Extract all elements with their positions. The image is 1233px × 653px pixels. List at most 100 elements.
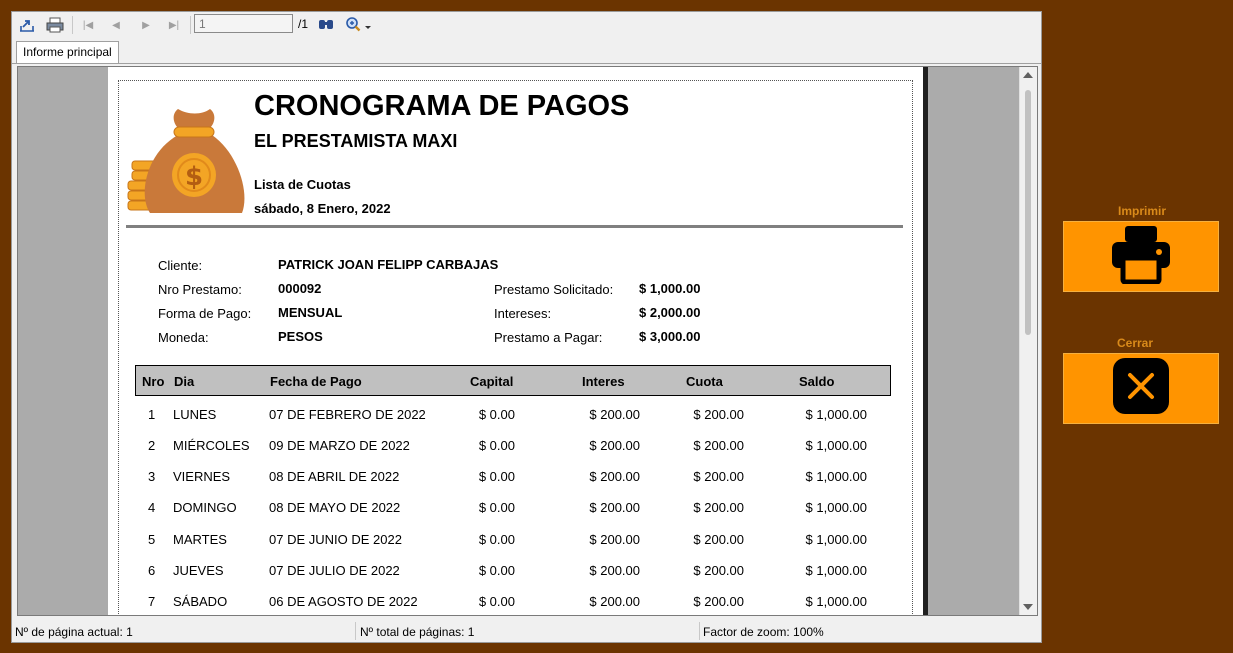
export-icon[interactable] [17, 15, 37, 35]
cell-saldo: $ 1,000.00 [805, 500, 867, 515]
cell-capital: $ 0.00 [478, 563, 515, 578]
table-row: 7 SÁBADO 06 DE AGOSTO DE 2022 $ 0.00 $ 2… [135, 586, 891, 615]
cell-nro: 1 [148, 407, 156, 422]
report-preview-area[interactable]: $ CRONOGRAMA DE PAGOS EL PRESTAMISTA MAX… [17, 66, 1038, 616]
cell-interes: $ 200.00 [589, 563, 640, 578]
previous-page-icon[interactable]: ◀ [106, 15, 126, 35]
cell-nro: 7 [148, 594, 156, 609]
header-divider [126, 225, 903, 228]
cell-interes: $ 200.00 [589, 438, 640, 453]
close-button[interactable] [1063, 353, 1219, 424]
money-bag-icon: $ [126, 105, 248, 222]
svg-text:$: $ [185, 162, 203, 192]
table-row: 4 DOMINGO 08 DE MAYO DE 2022 $ 0.00 $ 20… [135, 492, 891, 523]
column-header: Dia [174, 374, 195, 389]
page-total-label: /1 [298, 17, 309, 31]
next-page-icon[interactable]: ▶ [136, 15, 156, 35]
scroll-up-icon[interactable] [1023, 72, 1033, 78]
cell-interes: $ 200.00 [589, 532, 640, 547]
cell-dia: SÁBADO [173, 594, 228, 609]
table-row: 2 MIÉRCOLES 09 DE MARZO DE 2022 $ 0.00 $… [135, 430, 891, 461]
table-row: 6 JUEVES 07 DE JULIO DE 2022 $ 0.00 $ 20… [135, 555, 891, 586]
cell-fecha: 06 DE AGOSTO DE 2022 [269, 594, 418, 609]
client-label: Cliente: [158, 258, 203, 273]
status-bar: Nº de página actual: 1 Nº total de págin… [12, 620, 1041, 642]
cell-capital: $ 0.00 [478, 469, 515, 484]
tab-informe-principal[interactable]: Informe principal [16, 41, 119, 63]
cell-fecha: 07 DE JUNIO DE 2022 [269, 532, 402, 547]
tab-bar: Informe principal [12, 39, 1041, 64]
status-current-page: Nº de página actual: 1 [15, 625, 133, 639]
find-icon[interactable] [316, 15, 336, 35]
close-icon [1112, 357, 1170, 420]
print-button[interactable] [1063, 221, 1219, 292]
first-page-icon[interactable]: |◀ [78, 15, 98, 35]
currency-label: Moneda: [158, 330, 209, 345]
column-header: Capital [470, 374, 514, 389]
interest-label: Intereses: [494, 306, 552, 321]
table-row: 5 MARTES 07 DE JUNIO DE 2022 $ 0.00 $ 20… [135, 524, 891, 555]
cell-dia: JUEVES [173, 563, 224, 578]
zoom-icon[interactable] [344, 15, 374, 35]
vertical-scrollbar[interactable] [1019, 67, 1037, 615]
cell-nro: 2 [148, 438, 156, 453]
cell-dia: MARTES [173, 532, 227, 547]
cell-fecha: 07 DE FEBRERO DE 2022 [269, 407, 426, 422]
cell-dia: MIÉRCOLES [173, 438, 250, 453]
payment-form-label: Forma de Pago: [158, 306, 252, 321]
list-title: Lista de Cuotas [254, 177, 351, 192]
print-button-label: Imprimir [1118, 204, 1167, 218]
scroll-down-icon[interactable] [1023, 604, 1033, 610]
loan-to-pay-label: Prestamo a Pagar: [494, 330, 603, 345]
column-header: Interes [582, 374, 625, 389]
cell-interes: $ 200.00 [589, 594, 640, 609]
requested-loan-label: Prestamo Solicitado: [494, 282, 614, 297]
cell-saldo: $ 1,000.00 [805, 594, 867, 609]
cell-interes: $ 200.00 [589, 469, 640, 484]
cell-nro: 3 [148, 469, 156, 484]
cell-dia: LUNES [173, 407, 217, 422]
cell-capital: $ 0.00 [478, 438, 515, 453]
loan-number-value: 000092 [278, 281, 322, 296]
cell-dia: VIERNES [173, 469, 231, 484]
page-number-input[interactable] [194, 14, 293, 33]
client-value: PATRICK JOAN FELIPP CARBAJAS [278, 257, 499, 272]
cell-cuota: $ 200.00 [693, 594, 744, 609]
cell-cuota: $ 200.00 [693, 438, 744, 453]
cell-saldo: $ 1,000.00 [805, 563, 867, 578]
report-title: CRONOGRAMA DE PAGOS [254, 90, 630, 122]
column-header: Cuota [686, 374, 723, 389]
cell-cuota: $ 200.00 [693, 532, 744, 547]
close-button-label: Cerrar [1117, 336, 1154, 350]
cell-fecha: 08 DE MAYO DE 2022 [269, 500, 401, 515]
payment-form-value: MENSUAL [278, 305, 343, 320]
cell-nro: 6 [148, 563, 156, 578]
column-header: Fecha de Pago [270, 374, 362, 389]
cell-saldo: $ 1,000.00 [805, 469, 867, 484]
column-header: Saldo [799, 374, 835, 389]
table-row: 1 LUNES 07 DE FEBRERO DE 2022 $ 0.00 $ 2… [135, 399, 891, 430]
cell-capital: $ 0.00 [478, 500, 515, 515]
cell-cuota: $ 200.00 [693, 500, 744, 515]
loan-number-label: Nro Prestamo: [158, 282, 242, 297]
cell-fecha: 07 DE JULIO DE 2022 [269, 563, 400, 578]
table-row: 3 VIERNES 08 DE ABRIL DE 2022 $ 0.00 $ 2… [135, 461, 891, 492]
cell-saldo: $ 1,000.00 [805, 532, 867, 547]
cell-nro: 5 [148, 532, 156, 547]
cell-cuota: $ 200.00 [693, 563, 744, 578]
currency-value: PESOS [278, 329, 323, 344]
cell-nro: 4 [148, 500, 156, 515]
cell-fecha: 08 DE ABRIL DE 2022 [269, 469, 400, 484]
print-icon[interactable] [45, 15, 65, 35]
status-zoom: Factor de zoom: 100% [703, 625, 824, 639]
cell-capital: $ 0.00 [478, 532, 515, 547]
cell-saldo: $ 1,000.00 [805, 438, 867, 453]
scrollbar-thumb[interactable] [1025, 90, 1031, 335]
printer-icon [1110, 224, 1172, 289]
table-header: Nro Dia Fecha de Pago Capital Interes Cu… [135, 365, 891, 396]
last-page-icon[interactable]: ▶| [164, 15, 184, 35]
cell-cuota: $ 200.00 [693, 407, 744, 422]
cell-saldo: $ 1,000.00 [805, 407, 867, 422]
loan-to-pay-value: $ 3,000.00 [639, 329, 701, 344]
toolbar: |◀ ◀ ▶ ▶| /1 [12, 12, 1041, 39]
